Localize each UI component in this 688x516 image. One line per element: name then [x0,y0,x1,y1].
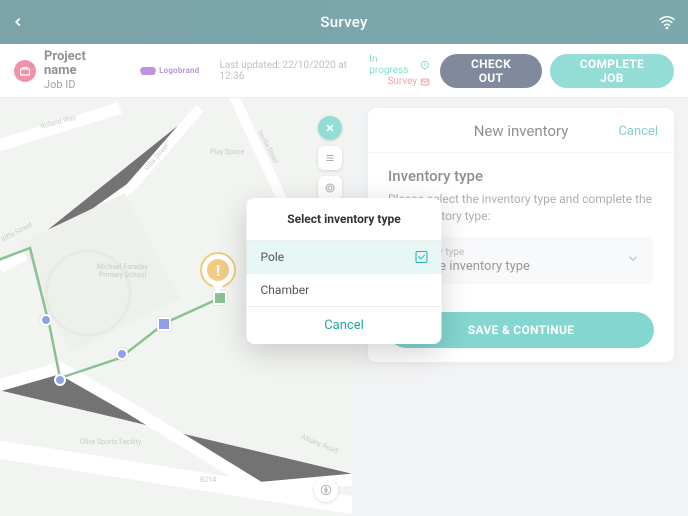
modal-cancel-button[interactable]: Cancel [247,306,442,344]
inventory-option-chamber[interactable]: Chamber [247,273,442,306]
option-label: Chamber [261,283,310,297]
modal-title: Select inventory type [247,198,442,240]
inventory-option-pole[interactable]: Pole [247,240,442,273]
option-label: Pole [261,250,285,264]
checkbox-icon [416,251,428,263]
select-inventory-type-modal: Select inventory type Pole Chamber Cance… [247,198,442,344]
